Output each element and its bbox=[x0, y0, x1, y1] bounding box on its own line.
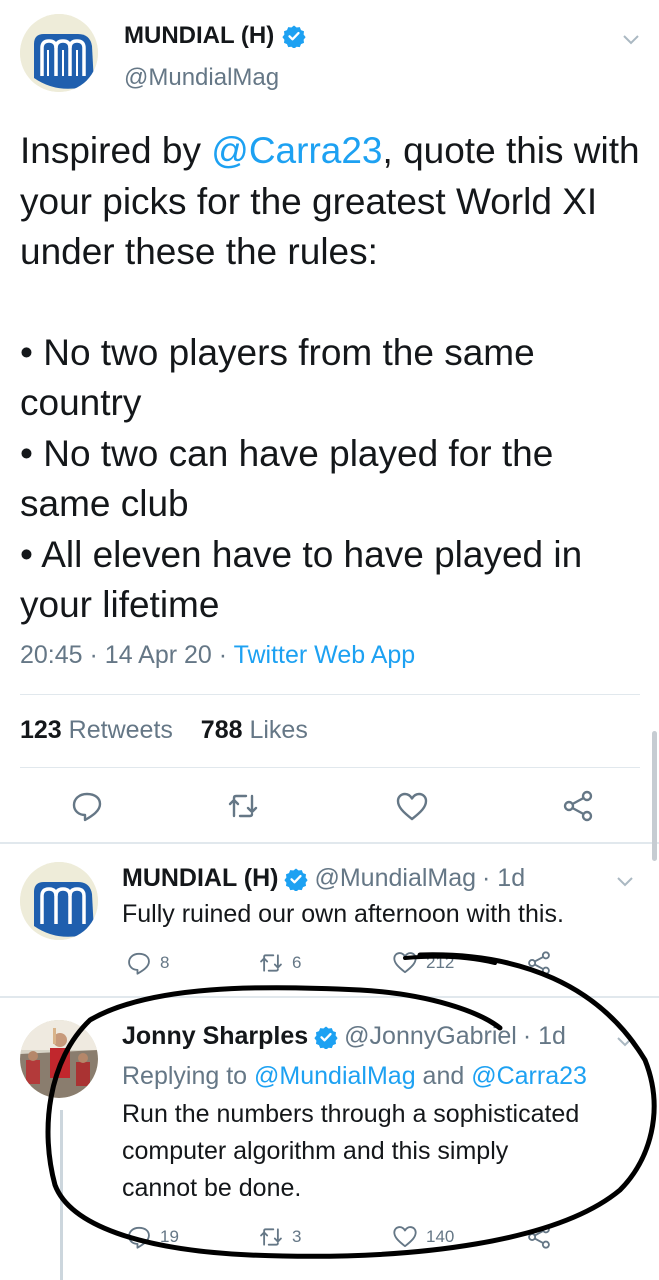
share-icon[interactable] bbox=[561, 789, 595, 823]
reply-1-age: · 1d bbox=[482, 864, 526, 892]
reply-2-retweet-action[interactable]: 3 bbox=[258, 1224, 301, 1250]
thread-line bbox=[60, 1110, 63, 1280]
meta-separator: · bbox=[218, 641, 228, 669]
share-icon[interactable] bbox=[526, 950, 552, 976]
chevron-down-icon[interactable] bbox=[614, 870, 636, 892]
like-count: 212 bbox=[426, 953, 455, 972]
replying-to-label: Replying to bbox=[122, 1062, 248, 1090]
scrollbar-thumb[interactable] bbox=[652, 731, 657, 861]
share-icon[interactable] bbox=[526, 1224, 552, 1250]
replying-and: and bbox=[422, 1062, 465, 1090]
reply-2-text-line: computer algorithm and this simply bbox=[122, 1137, 509, 1165]
likes-count: 788 bbox=[200, 716, 243, 744]
reply-2-header: Jonny Sharples @JonnyGabriel · 1d bbox=[122, 1022, 566, 1051]
divider bbox=[20, 694, 640, 695]
like-count: 140 bbox=[426, 1227, 455, 1246]
retweet-count: 6 bbox=[292, 953, 302, 972]
meta-separator: · bbox=[89, 641, 98, 669]
likes-label: Likes bbox=[249, 716, 308, 744]
replying-to-line: Replying to @MundialMag and @Carra23 bbox=[122, 1058, 587, 1095]
reply-count: 8 bbox=[160, 953, 170, 972]
mundial-avatar[interactable] bbox=[20, 862, 98, 940]
main-tweet-text: Inspired by @Carra23, quote this with yo… bbox=[20, 126, 640, 631]
reply-icon[interactable] bbox=[70, 789, 104, 823]
divider bbox=[0, 996, 659, 998]
retweets-stat[interactable]: 123 Retweets bbox=[20, 716, 173, 744]
reply-1-handle[interactable]: @MundialMag bbox=[314, 864, 476, 893]
reply-2-text: Run the numbers through a sophisticated … bbox=[122, 1096, 642, 1207]
verified-badge-icon bbox=[314, 1026, 338, 1049]
rule-item: • No two can have played for the same cl… bbox=[20, 432, 554, 525]
retweets-label: Retweets bbox=[68, 716, 173, 744]
mundial-avatar[interactable] bbox=[20, 14, 98, 92]
reply-2-text-line: Run the numbers through a sophisticated bbox=[122, 1100, 580, 1128]
reply-1-like-action[interactable]: 212 bbox=[392, 950, 454, 976]
main-handle[interactable]: @MundialMag bbox=[124, 64, 279, 92]
main-tweet-author[interactable]: MUNDIAL (H) bbox=[124, 22, 306, 50]
chevron-down-icon[interactable] bbox=[614, 1030, 636, 1052]
retweet-count: 3 bbox=[292, 1227, 302, 1246]
tweet-time: 20:45 bbox=[20, 641, 83, 669]
reply-1-text: Fully ruined our own afternoon with this… bbox=[122, 900, 564, 928]
reply-2-handle[interactable]: @JonnyGabriel bbox=[344, 1022, 517, 1051]
reply-2-reply-action[interactable]: 19 bbox=[126, 1224, 179, 1250]
retweet-icon bbox=[260, 954, 282, 972]
main-display-name[interactable]: MUNDIAL (H) bbox=[124, 22, 274, 50]
profile-photo-icon bbox=[20, 1020, 98, 1098]
reply-1-reply-action[interactable]: 8 bbox=[126, 950, 169, 976]
reply-1-retweet-action[interactable]: 6 bbox=[258, 950, 301, 976]
jonny-sharples-avatar[interactable] bbox=[20, 1020, 98, 1098]
replying-to-mention[interactable]: @MundialMag bbox=[254, 1062, 416, 1090]
rule-item: • All eleven have to have played in your… bbox=[20, 533, 583, 626]
tweet-text-prefix: Inspired by bbox=[20, 130, 212, 171]
retweet-icon bbox=[260, 1228, 282, 1246]
like-heart-icon bbox=[393, 1226, 417, 1248]
likes-stat[interactable]: 788 Likes bbox=[201, 716, 308, 744]
reply-1-display-name[interactable]: MUNDIAL (H) bbox=[122, 864, 278, 893]
tweet-source-link[interactable]: Twitter Web App bbox=[234, 641, 416, 669]
tweet-stats: 123 Retweets 788 Likes bbox=[20, 716, 308, 745]
chevron-down-icon[interactable] bbox=[620, 28, 642, 50]
reply-icon bbox=[128, 1226, 150, 1249]
retweets-count: 123 bbox=[20, 716, 62, 744]
reply-2-display-name[interactable]: Jonny Sharples bbox=[122, 1022, 308, 1051]
retweet-icon[interactable] bbox=[226, 789, 260, 823]
divider bbox=[0, 842, 659, 844]
reply-count: 19 bbox=[160, 1227, 179, 1246]
divider bbox=[20, 767, 640, 768]
reply-2-age: · 1d bbox=[522, 1022, 566, 1050]
reply-2-like-action[interactable]: 140 bbox=[392, 1224, 454, 1250]
tweet-meta: 20:45 · 14 Apr 20 · Twitter Web App bbox=[20, 641, 415, 670]
reply-1-header: MUNDIAL (H) @MundialMag · 1d bbox=[122, 864, 525, 893]
like-heart-icon bbox=[393, 952, 417, 974]
tweet-date: 14 Apr 20 bbox=[104, 641, 212, 669]
reply-icon bbox=[128, 952, 150, 975]
mundial-logo-icon bbox=[20, 14, 98, 92]
verified-badge-icon bbox=[284, 868, 309, 891]
mention-link[interactable]: @Carra23 bbox=[211, 130, 382, 171]
mundial-logo-icon bbox=[20, 862, 98, 940]
like-heart-icon[interactable] bbox=[395, 790, 429, 824]
rule-item: • No two players from the same country bbox=[20, 331, 535, 424]
reply-2-text-line: cannot be done. bbox=[122, 1174, 302, 1202]
replying-to-mention[interactable]: @Carra23 bbox=[471, 1062, 587, 1090]
verified-badge-icon bbox=[282, 25, 306, 48]
